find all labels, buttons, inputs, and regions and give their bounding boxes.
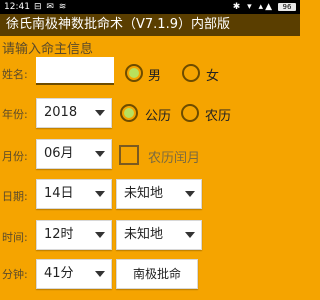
hour-value: 12时 — [44, 227, 74, 242]
notification-icons: ⊟ ✉ ≋ — [34, 2, 68, 12]
chevron-down-icon — [95, 110, 105, 116]
day-place-value: 未知地 — [124, 186, 164, 201]
name-label: 姓名: — [2, 68, 28, 81]
calendar-solar-radio[interactable] — [120, 104, 138, 122]
gender-female-label: 女 — [206, 69, 220, 84]
hour-dropdown[interactable]: 12时 — [36, 220, 112, 250]
submit-button[interactable]: 南极批命 — [116, 259, 198, 289]
year-value: 2018 — [44, 105, 78, 120]
chevron-down-icon — [95, 232, 105, 238]
status-time: 12:41 — [4, 2, 30, 12]
app-title: 徐氏南极神数批命术（V7.1.9）内部版 — [6, 17, 230, 32]
day-value: 14日 — [44, 186, 74, 201]
gender-female-radio[interactable] — [182, 64, 200, 82]
minute-dropdown[interactable]: 41分 — [36, 259, 112, 289]
hour-place-dropdown[interactable]: 未知地 — [116, 220, 202, 250]
leap-month-label: 农历闰月 — [148, 151, 201, 166]
hour-label: 时间: — [2, 231, 28, 244]
battery-icon: 96 — [278, 3, 296, 11]
signal-icons: ✱ ▾ ▴▲ — [232, 2, 274, 12]
leap-month-checkbox[interactable] — [119, 145, 139, 165]
calendar-solar-label: 公历 — [145, 109, 172, 124]
month-label: 月份: — [2, 150, 28, 163]
day-label: 日期: — [2, 190, 28, 203]
month-value: 06月 — [44, 146, 74, 161]
chevron-down-icon — [95, 151, 105, 157]
name-input[interactable] — [36, 57, 114, 85]
calendar-lunar-label: 农历 — [205, 109, 232, 124]
status-bar: 12:41 ⊟ ✉ ≋ ✱ ▾ ▴▲ 96 — [0, 0, 300, 14]
gender-male-label: 男 — [148, 69, 162, 84]
year-label: 年份: — [2, 108, 28, 121]
chevron-down-icon — [185, 232, 195, 238]
hour-place-value: 未知地 — [124, 227, 164, 242]
gender-male-radio[interactable] — [125, 64, 143, 82]
form-prompt: 请输入命主信息 — [2, 42, 94, 57]
chevron-down-icon — [185, 191, 195, 197]
chevron-down-icon — [95, 271, 105, 277]
chevron-down-icon — [95, 191, 105, 197]
day-dropdown[interactable]: 14日 — [36, 179, 112, 209]
calendar-lunar-radio[interactable] — [181, 104, 199, 122]
day-place-dropdown[interactable]: 未知地 — [116, 179, 202, 209]
app-bar: 徐氏南极神数批命术（V7.1.9）内部版 — [0, 14, 300, 36]
year-dropdown[interactable]: 2018 — [36, 98, 112, 128]
minute-value: 41分 — [44, 266, 74, 281]
minute-label: 分钟: — [2, 268, 28, 281]
month-dropdown[interactable]: 06月 — [36, 139, 112, 169]
